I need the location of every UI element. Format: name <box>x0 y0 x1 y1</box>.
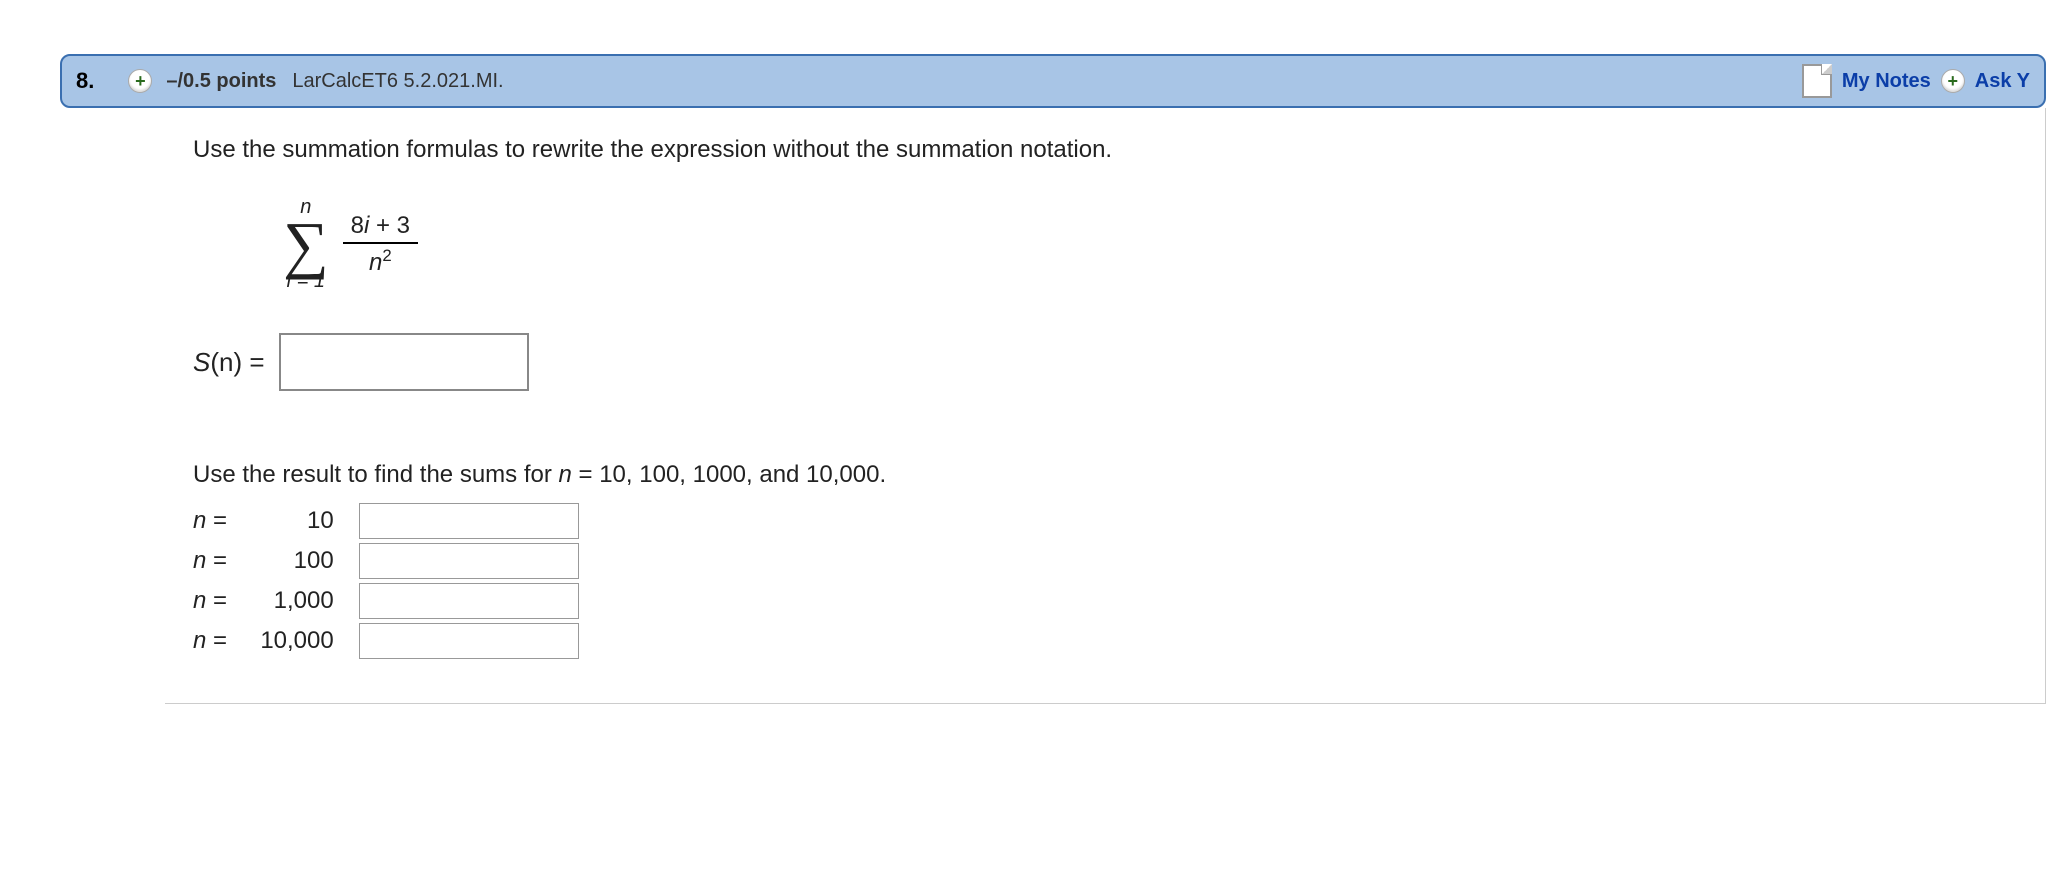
ask-link[interactable]: Ask Y <box>1975 70 2030 93</box>
plus-icon[interactable]: + <box>1941 69 1965 93</box>
question-number: 8. <box>76 68 94 94</box>
sn-answer-row: S(n) = <box>193 333 2017 391</box>
n-row-1000: n = 1,000 <box>193 583 2017 619</box>
fraction-numerator: 8i + 3 <box>343 210 418 244</box>
n-label: n = 10,000 <box>193 627 353 655</box>
summation-fraction: 8i + 3 n2 <box>343 210 418 279</box>
n1000-answer-input[interactable] <box>359 583 579 619</box>
notes-icon[interactable] <box>1802 64 1832 98</box>
sigma-lower-limit: i = 1 <box>287 270 325 293</box>
instruction-text: Use the summation formulas to rewrite th… <box>193 136 2017 164</box>
points-label: –/0.5 points <box>166 70 276 93</box>
n10-answer-input[interactable] <box>359 503 579 539</box>
my-notes-link[interactable]: My Notes <box>1842 70 1931 93</box>
question-body: Use the summation formulas to rewrite th… <box>165 108 2046 704</box>
n-row-100: n = 100 <box>193 543 2017 579</box>
question-reference: LarCalcET6 5.2.021.MI. <box>292 70 503 93</box>
question-header: 8. + –/0.5 points LarCalcET6 5.2.021.MI.… <box>60 54 2046 108</box>
plus-icon[interactable]: + <box>128 69 152 93</box>
n-row-10000: n = 10,000 <box>193 623 2017 659</box>
sn-answer-input[interactable] <box>279 333 529 391</box>
sigma-glyph: ∑ <box>283 219 329 270</box>
instruction2-text: Use the result to find the sums for n = … <box>193 461 2017 489</box>
n-label: n = 10 <box>193 507 353 535</box>
n-label: n = 100 <box>193 547 353 575</box>
header-right: My Notes + Ask Y <box>1802 64 2030 98</box>
summation-expression: n ∑ i = 1 8i + 3 n2 <box>283 192 418 293</box>
sigma-symbol: n ∑ i = 1 <box>283 196 329 293</box>
fraction-denominator: n2 <box>361 244 400 279</box>
n-label: n = 1,000 <box>193 587 353 615</box>
header-left: 8. + –/0.5 points LarCalcET6 5.2.021.MI. <box>76 68 504 94</box>
n-row-10: n = 10 <box>193 503 2017 539</box>
sn-label: S(n) = <box>193 347 265 378</box>
n100-answer-input[interactable] <box>359 543 579 579</box>
n10000-answer-input[interactable] <box>359 623 579 659</box>
